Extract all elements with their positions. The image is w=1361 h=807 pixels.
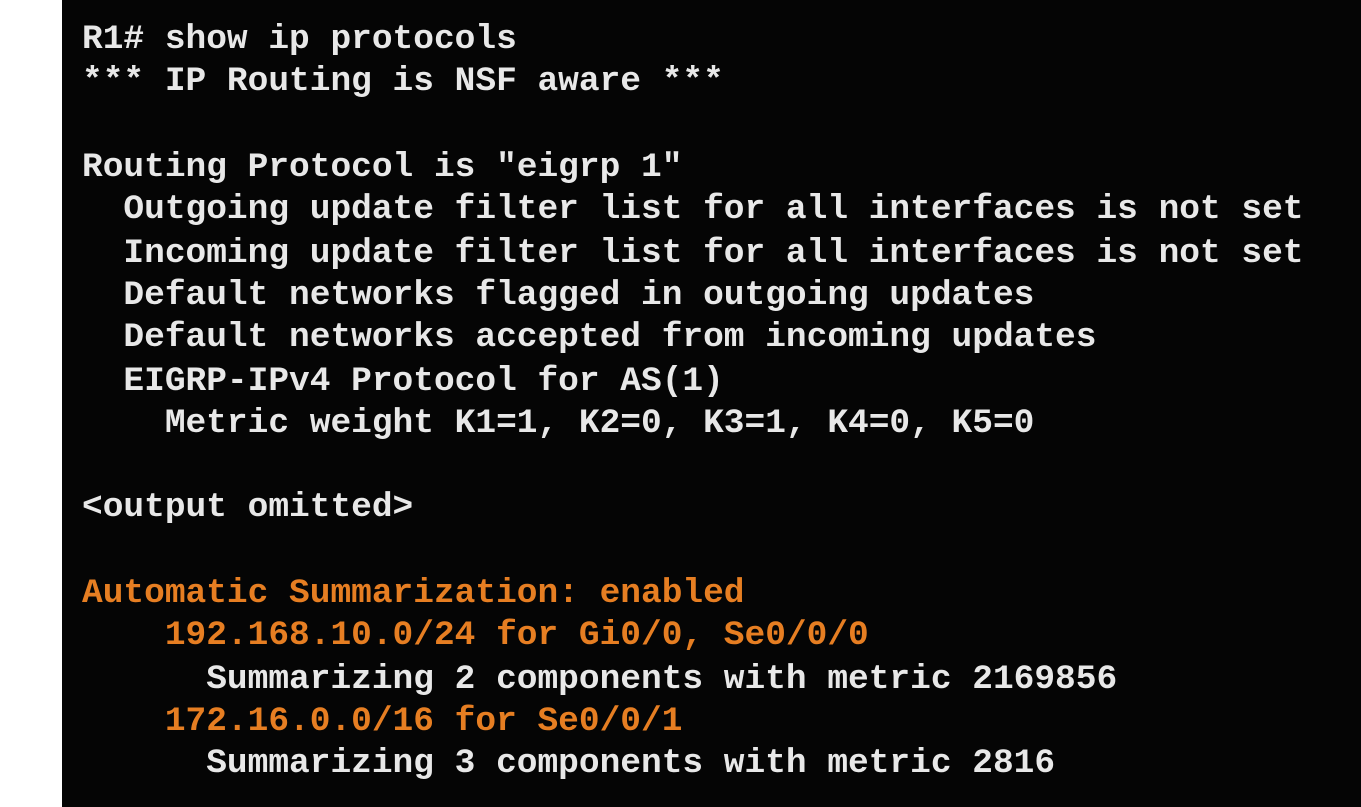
terminal-line-command: R1# show ip protocols xyxy=(82,20,517,59)
terminal-line-summarizing-2: Summarizing 2 components with metric 216… xyxy=(82,660,1118,699)
terminal-line-summary-192: 192.168.10.0/24 for Gi0/0, Se0/0/0 xyxy=(82,616,869,655)
terminal-line-output-omitted: <output omitted> xyxy=(82,488,414,527)
terminal-line-summarizing-3: Summarizing 3 components with metric 281… xyxy=(82,744,1056,783)
terminal-line-default-accepted: Default networks accepted from incoming … xyxy=(82,318,1097,357)
terminal-line-summary-172: 172.16.0.0/16 for Se0/0/1 xyxy=(82,702,683,741)
terminal-line-metric-weight: Metric weight K1=1, K2=0, K3=1, K4=0, K5… xyxy=(82,404,1035,443)
terminal-line-outgoing-filter: Outgoing update filter list for all inte… xyxy=(82,190,1304,229)
terminal-line-nsf: *** IP Routing is NSF aware *** xyxy=(82,62,724,101)
terminal-line-default-flagged: Default networks flagged in outgoing upd… xyxy=(82,276,1035,315)
terminal-line-incoming-filter: Incoming update filter list for all inte… xyxy=(82,234,1304,273)
terminal-window: R1# show ip protocols *** IP Routing is … xyxy=(62,0,1361,807)
terminal-line-eigrp-as: EIGRP-IPv4 Protocol for AS(1) xyxy=(82,362,724,401)
terminal-line-auto-summary: Automatic Summarization: enabled xyxy=(82,574,745,613)
terminal-line-protocol: Routing Protocol is "eigrp 1" xyxy=(82,148,683,187)
